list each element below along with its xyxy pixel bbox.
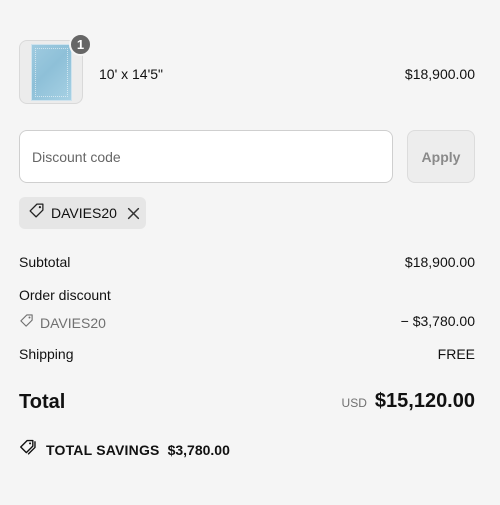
subtotal-label: Subtotal bbox=[19, 254, 71, 270]
remove-discount-button[interactable] bbox=[126, 205, 142, 221]
total-savings-label: TOTAL SAVINGS bbox=[46, 441, 160, 458]
subtotal-value: $18,900.00 bbox=[404, 254, 475, 270]
tags-icon bbox=[19, 438, 38, 461]
currency-code: USD bbox=[341, 396, 367, 410]
tag-icon bbox=[28, 202, 45, 224]
product-price: $18,900.00 bbox=[404, 66, 475, 82]
rug-image bbox=[31, 44, 72, 101]
total-label: Total bbox=[19, 391, 66, 413]
discount-code-text: DAVIES20 bbox=[40, 315, 106, 331]
discount-value: − $3,780.00 bbox=[400, 313, 475, 329]
product-title: 10' x 14'5" bbox=[99, 66, 164, 82]
shipping-label: Shipping bbox=[19, 346, 74, 362]
close-icon bbox=[128, 207, 140, 219]
total-value: $15,120.00 bbox=[374, 390, 475, 412]
apply-button[interactable]: Apply bbox=[407, 130, 475, 183]
applied-discount-chip: DAVIES20 bbox=[19, 197, 146, 229]
tag-icon bbox=[19, 313, 34, 333]
applied-code-label: DAVIES20 bbox=[51, 205, 117, 221]
total-savings: TOTAL SAVINGS $3,780.00 bbox=[19, 438, 230, 461]
order-discount-label: Order discount bbox=[19, 287, 111, 303]
total-savings-value: $3,780.00 bbox=[167, 441, 230, 458]
quantity-badge: 1 bbox=[69, 33, 92, 56]
shipping-value: FREE bbox=[437, 346, 475, 362]
discount-code-input[interactable] bbox=[19, 130, 393, 183]
total-amount-group: USD $15,120.00 bbox=[342, 390, 475, 413]
discount-code-line: DAVIES20 bbox=[19, 313, 106, 333]
